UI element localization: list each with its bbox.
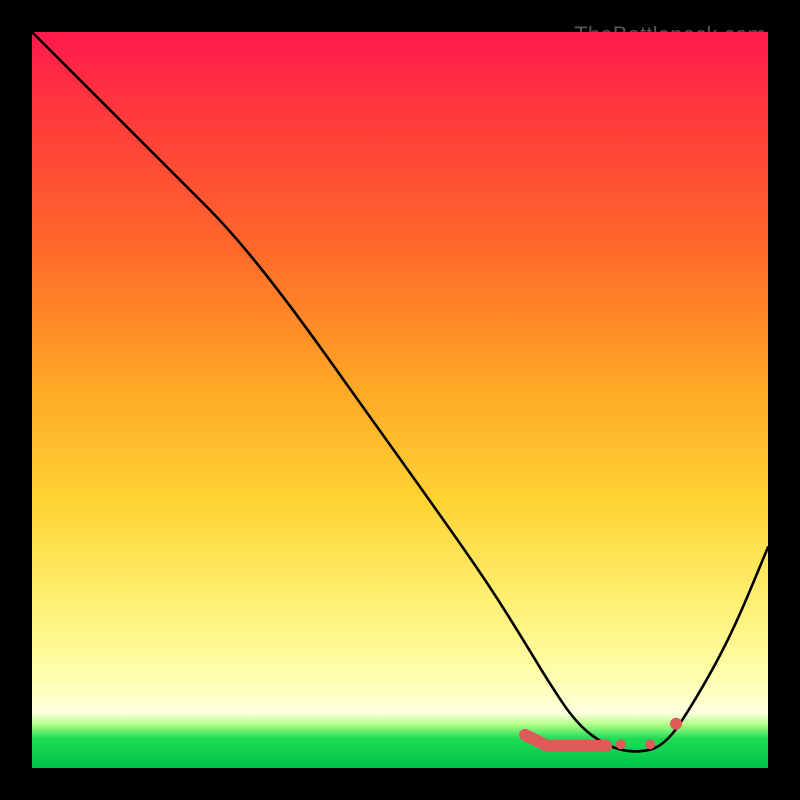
bottleneck-curve [32, 32, 768, 751]
marker-dot [616, 739, 626, 749]
chart-frame: TheBottleneck.com [22, 22, 778, 778]
chart-plot-area [32, 32, 768, 768]
marker-dot [645, 739, 655, 749]
chart-svg [32, 32, 768, 768]
marker-dot [670, 718, 682, 730]
